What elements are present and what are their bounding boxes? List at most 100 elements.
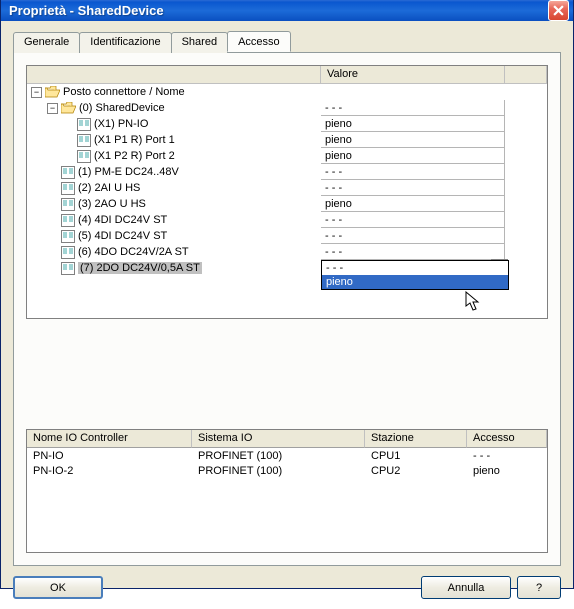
tree-grid-header: Valore	[27, 66, 547, 84]
value-text: pieno	[325, 118, 352, 130]
tree-cell[interactable]: (4) 4DI DC24V ST	[27, 212, 321, 228]
value-cell[interactable]: - - -	[321, 228, 505, 244]
value-cell[interactable]: - - -	[321, 244, 505, 260]
help-button[interactable]: ?	[517, 576, 561, 599]
value-cell[interactable]: pieno	[321, 116, 505, 132]
tree-row[interactable]: (2) 2AI U HS - - -	[27, 180, 547, 196]
value-dropdown-list[interactable]: - - -pieno	[321, 260, 509, 290]
value-cell[interactable]: - - -	[321, 100, 505, 116]
col-header-controller[interactable]: Nome IO Controller	[27, 430, 192, 448]
module-icon	[77, 118, 91, 131]
tree-cell[interactable]: −(0) SharedDevice	[27, 100, 321, 116]
table-cell: PN-IO	[27, 448, 192, 463]
value-cell[interactable]: - - -	[321, 212, 505, 228]
tree-label: (7) 2DO DC24V/0,5A ST	[78, 262, 202, 274]
tree-row[interactable]: (X1) PN-IO pieno	[27, 116, 547, 132]
table-cell: CPU2	[365, 463, 467, 478]
folder-open-icon	[45, 86, 60, 98]
tabpage-access: Valore −Posto connettore / Nome−(0) Shar…	[13, 52, 561, 566]
tree-label: (3) 2AO U HS	[78, 198, 146, 210]
col-header-system[interactable]: Sistema IO	[192, 430, 365, 448]
dialog-window: Proprietà - SharedDevice Generale Identi…	[0, 0, 574, 589]
tree-cell[interactable]: (1) PM-E DC24..48V	[27, 164, 321, 180]
module-icon	[61, 182, 75, 195]
module-icon	[61, 246, 75, 259]
tree-row[interactable]: −(0) SharedDevice - - -	[27, 100, 547, 116]
value-text: - - -	[325, 102, 342, 114]
table-cell: PROFINET (100)	[192, 448, 365, 463]
controller-grid: Nome IO Controller Sistema IO Stazione A…	[26, 429, 548, 553]
value-text: - - -	[325, 230, 342, 242]
col-header-tree[interactable]	[27, 66, 321, 83]
tree-row[interactable]: − Posto connettore / Nome	[27, 84, 547, 100]
module-icon	[61, 262, 75, 275]
tree-row[interactable]: (6) 4DO DC24V/2A ST - - -	[27, 244, 547, 260]
controller-grid-body: PN-IOPROFINET (100)CPU1- - -PN-IO-2PROFI…	[27, 448, 547, 552]
value-text: pieno	[325, 198, 352, 210]
titlebar: Proprietà - SharedDevice	[1, 0, 573, 21]
module-icon	[61, 198, 75, 211]
tree-row[interactable]: (1) PM-E DC24..48V - - -	[27, 164, 547, 180]
tree-cell[interactable]: (2) 2AI U HS	[27, 180, 321, 196]
tabstrip: Generale Identificazione Shared Accesso	[13, 31, 561, 52]
ok-button[interactable]: OK	[13, 576, 103, 599]
tree-row[interactable]: (3) 2AO U HS pieno	[27, 196, 547, 212]
tree-cell[interactable]: (X1 P1 R) Port 1	[27, 132, 321, 148]
value-text: - - -	[325, 246, 342, 258]
col-header-spacer	[505, 66, 547, 83]
value-cell[interactable]: pieno	[321, 132, 505, 148]
tree-label: (4) 4DI DC24V ST	[78, 214, 167, 226]
value-text: - - -	[325, 214, 342, 226]
table-cell: - - -	[467, 448, 547, 463]
dropdown-option[interactable]: pieno	[322, 275, 508, 289]
tree-cell[interactable]: (6) 4DO DC24V/2A ST	[27, 244, 321, 260]
expander-icon[interactable]: −	[31, 87, 42, 98]
module-icon	[77, 150, 91, 163]
tree-label: (X1 P2 R) Port 2	[94, 150, 175, 162]
table-row[interactable]: PN-IO-2PROFINET (100)CPU2pieno	[27, 463, 547, 478]
tree-row[interactable]: (4) 4DI DC24V ST - - -	[27, 212, 547, 228]
table-cell: pieno	[467, 463, 547, 478]
tree-cell[interactable]: (3) 2AO U HS	[27, 196, 321, 212]
tree-label: (1) PM-E DC24..48V	[78, 166, 179, 178]
tree-row[interactable]: (X1 P2 R) Port 2 pieno	[27, 148, 547, 164]
tab-identification[interactable]: Identificazione	[79, 32, 171, 53]
module-icon	[61, 230, 75, 243]
value-cell[interactable]: - - -	[321, 180, 505, 196]
tree-cell[interactable]: (X1 P2 R) Port 2	[27, 148, 321, 164]
tree-cell[interactable]: (5) 4DI DC24V ST	[27, 228, 321, 244]
col-header-access[interactable]: Accesso	[467, 430, 547, 448]
dropdown-option[interactable]: - - -	[322, 261, 508, 275]
tree-row[interactable]: (X1 P1 R) Port 1 pieno	[27, 132, 547, 148]
tree-row[interactable]: (5) 4DI DC24V ST - - -	[27, 228, 547, 244]
col-header-station[interactable]: Stazione	[365, 430, 467, 448]
tree-label: (6) 4DO DC24V/2A ST	[78, 246, 189, 258]
table-cell: CPU1	[365, 448, 467, 463]
tree-label: (2) 2AI U HS	[78, 182, 140, 194]
tab-shared[interactable]: Shared	[171, 32, 228, 53]
tree-cell[interactable]: (7) 2DO DC24V/0,5A ST	[27, 260, 321, 276]
module-icon	[77, 134, 91, 147]
value-text: pieno	[325, 134, 352, 146]
close-button[interactable]	[548, 0, 569, 21]
module-icon	[61, 166, 75, 179]
value-cell[interactable]: pieno	[321, 148, 505, 164]
value-text: - - -	[325, 166, 342, 178]
tree-grid: Valore −Posto connettore / Nome−(0) Shar…	[26, 65, 548, 319]
tree-label: Posto connettore / Nome	[63, 86, 185, 98]
value-cell[interactable]: - - -	[321, 164, 505, 180]
tree-cell[interactable]: − Posto connettore / Nome	[27, 84, 321, 100]
cancel-button[interactable]: Annulla	[421, 576, 511, 599]
value-text: - - -	[325, 182, 342, 194]
expander-icon[interactable]: −	[47, 103, 58, 114]
table-row[interactable]: PN-IOPROFINET (100)CPU1- - -	[27, 448, 547, 463]
close-icon	[553, 5, 564, 16]
tab-general[interactable]: Generale	[13, 32, 80, 53]
tree-cell[interactable]: (X1) PN-IO	[27, 116, 321, 132]
controller-grid-header: Nome IO Controller Sistema IO Stazione A…	[27, 430, 547, 448]
button-row: OK Annulla ?	[13, 566, 561, 599]
tab-access[interactable]: Accesso	[227, 31, 291, 52]
value-cell[interactable]: pieno	[321, 196, 505, 212]
table-cell: PROFINET (100)	[192, 463, 365, 478]
col-header-value[interactable]: Valore	[321, 66, 505, 83]
